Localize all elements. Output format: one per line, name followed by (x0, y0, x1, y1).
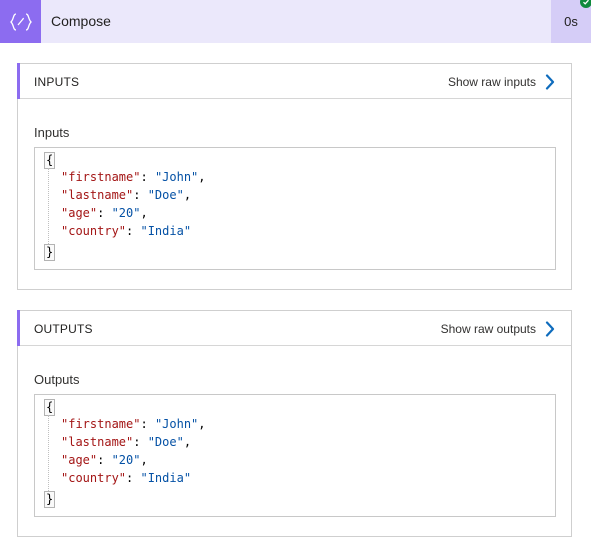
json-value: "John" (154, 170, 199, 184)
show-raw-outputs-link[interactable]: Show raw outputs (441, 320, 555, 338)
inputs-section: INPUTS Show raw inputs Inputs { "firstna… (17, 63, 572, 290)
outputs-section: OUTPUTS Show raw outputs Outputs { "firs… (17, 310, 572, 537)
inputs-json-viewer[interactable]: { "firstname": "John", "lastname": "Doe"… (34, 147, 556, 270)
json-line: "age": "20", (61, 206, 148, 220)
indent-guide (48, 168, 49, 248)
compose-braces-icon (0, 0, 41, 43)
json-value: "Doe" (147, 435, 184, 449)
outputs-label: Outputs (34, 372, 80, 387)
inputs-section-header: INPUTS Show raw inputs (17, 63, 571, 99)
json-key: "lastname" (61, 435, 134, 449)
show-raw-outputs-label: Show raw outputs (440, 322, 536, 336)
json-key: "lastname" (61, 188, 134, 202)
compose-braces-icon-glyph (9, 12, 32, 31)
json-key: "country" (61, 224, 127, 238)
action-title: Compose (51, 13, 111, 29)
json-key: "country" (61, 471, 127, 485)
json-line: "country": "India" (61, 471, 192, 485)
json-line: "firstname": "John", (61, 417, 206, 431)
indent-guide (48, 415, 49, 495)
inputs-label: Inputs (34, 125, 70, 140)
chevron-right-icon (545, 321, 555, 337)
json-key: "age" (61, 453, 98, 467)
chevron-right-icon (545, 74, 555, 90)
json-value: "John" (154, 417, 199, 431)
close-brace: } (44, 244, 56, 261)
open-brace: { (44, 399, 56, 416)
outputs-json-viewer[interactable]: { "firstname": "John", "lastname": "Doe"… (34, 394, 556, 517)
json-key: "firstname" (61, 170, 141, 184)
open-brace: { (44, 152, 56, 169)
inputs-section-title: INPUTS (34, 75, 80, 89)
outputs-section-title: OUTPUTS (34, 322, 93, 336)
action-header[interactable]: Compose 0s (0, 0, 591, 43)
json-value: "India" (140, 224, 192, 238)
json-line: "country": "India" (61, 224, 192, 238)
close-brace: } (44, 491, 56, 508)
show-raw-inputs-label: Show raw inputs (447, 75, 536, 89)
json-value: "20" (111, 453, 141, 467)
json-value: "India" (140, 471, 192, 485)
json-line: "lastname": "Doe", (61, 188, 192, 202)
outputs-section-header: OUTPUTS Show raw outputs (17, 310, 571, 346)
json-key: "firstname" (61, 417, 141, 431)
json-key: "age" (61, 206, 98, 220)
json-line: "lastname": "Doe", (61, 435, 192, 449)
json-value: "Doe" (147, 188, 184, 202)
json-line: "firstname": "John", (61, 170, 206, 184)
json-value: "20" (111, 206, 141, 220)
success-check-icon (580, 0, 591, 8)
show-raw-inputs-link[interactable]: Show raw inputs (448, 73, 555, 91)
json-line: "age": "20", (61, 453, 148, 467)
